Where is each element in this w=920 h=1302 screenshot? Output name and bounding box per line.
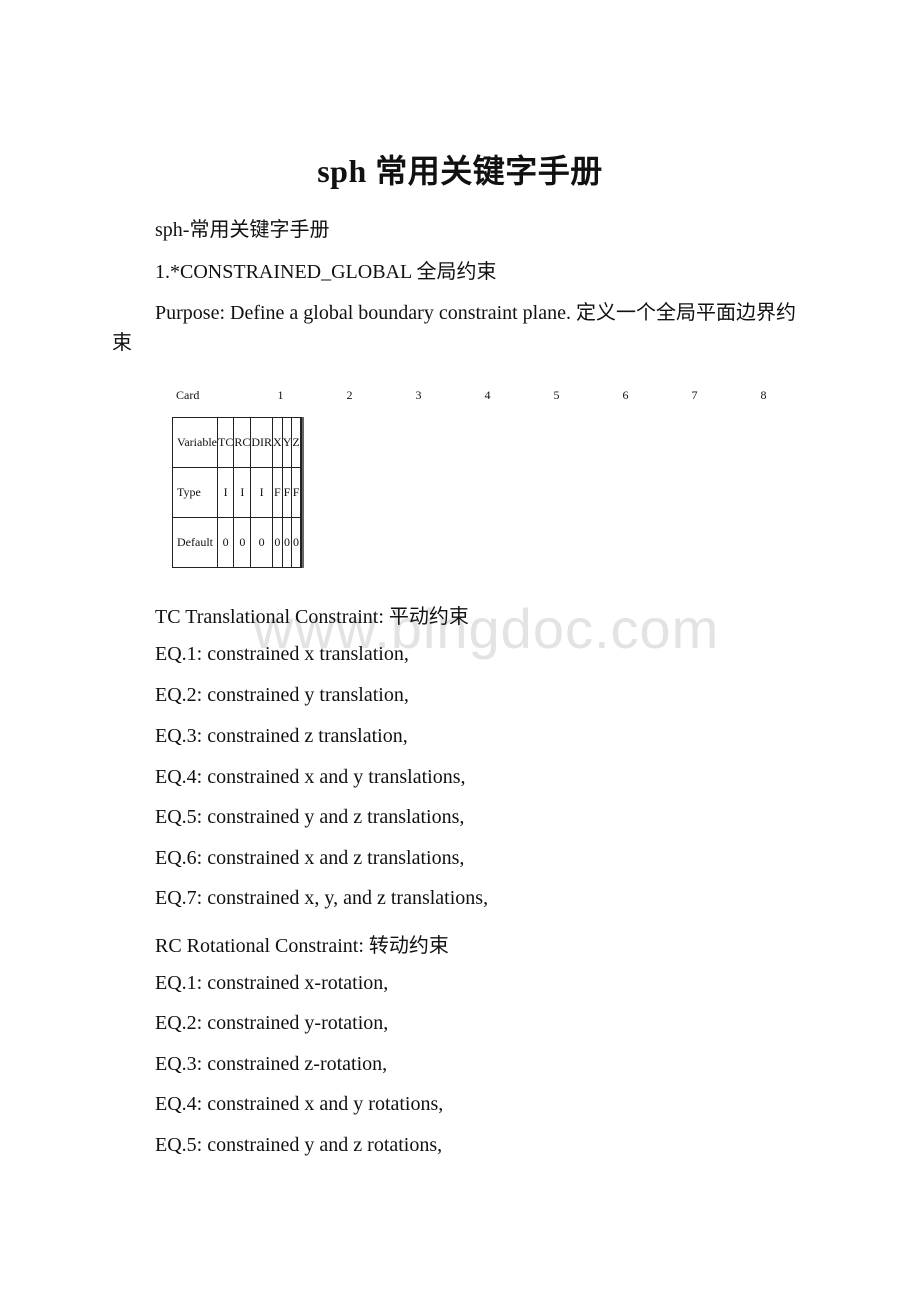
table-row-type: Type I I I F F F — [172, 467, 304, 518]
card-column-number: 7 — [691, 388, 698, 402]
card-grid: Variable TC RC DIR X Y Z Type I I I F F … — [172, 417, 304, 568]
card-column-number: 8 — [760, 388, 767, 402]
table-cell: 0 — [281, 517, 293, 568]
section-heading: 1.*CONSTRAINED_GLOBAL 全局约束 — [155, 261, 497, 283]
table-cell: 0 — [216, 517, 235, 568]
table-cell: F — [291, 467, 301, 518]
tc-item: EQ.4: constrained x and y translations, — [155, 766, 466, 788]
table-cell: I — [216, 467, 235, 518]
table-cell — [300, 467, 304, 518]
card-column-number: 3 — [415, 388, 422, 402]
card-column-number: 6 — [622, 388, 629, 402]
tc-item: EQ.6: constrained x and z translations, — [155, 847, 465, 869]
tc-item: EQ.5: constrained y and z translations, — [155, 806, 465, 828]
rc-item: EQ.5: constrained y and z rotations, — [155, 1134, 443, 1156]
rc-item: EQ.4: constrained x and y rotations, — [155, 1093, 444, 1115]
rc-heading: RC Rotational Constraint: 转动约束 — [155, 935, 449, 957]
tc-item: EQ.2: constrained y translation, — [155, 684, 409, 706]
table-cell: X — [272, 417, 283, 468]
table-cell: I — [233, 467, 252, 518]
card-column-number: 2 — [346, 388, 353, 402]
table-cell: Y — [281, 417, 293, 468]
table-cell: 0 — [291, 517, 301, 568]
table-cell: DIR — [250, 417, 274, 468]
table-row-variable: Variable TC RC DIR X Y Z — [172, 417, 304, 468]
rc-item: EQ.3: constrained z-rotation, — [155, 1053, 388, 1075]
table-row-default: Default 0 0 0 0 0 0 — [172, 517, 304, 568]
card-column-number: 5 — [553, 388, 560, 402]
card-column-number: 4 — [484, 388, 491, 402]
row-label: Variable — [172, 417, 218, 468]
rc-item: EQ.1: constrained x-rotation, — [155, 972, 389, 994]
rc-item: EQ.2: constrained y-rotation, — [155, 1012, 389, 1034]
tc-item: EQ.7: constrained x, y, and z translatio… — [155, 887, 489, 909]
row-label: Type — [172, 467, 218, 518]
table-cell — [300, 417, 304, 468]
document-subtitle: sph-常用关键字手册 — [155, 219, 330, 241]
card-column-number: 1 — [277, 388, 284, 402]
tc-heading: TC Translational Constraint: 平动约束 — [155, 606, 469, 628]
card-header-label: Card — [176, 388, 200, 402]
table-cell: TC — [216, 417, 235, 468]
tc-item: EQ.3: constrained z translation, — [155, 725, 408, 747]
table-cell: 0 — [233, 517, 252, 568]
table-cell: 0 — [250, 517, 274, 568]
purpose-paragraph: Purpose: Define a global boundary constr… — [112, 302, 796, 354]
table-cell: RC — [233, 417, 252, 468]
table-cell: 0 — [272, 517, 283, 568]
table-cell: F — [281, 467, 293, 518]
table-cell: F — [272, 467, 283, 518]
page-title: sph 常用关键字手册 — [317, 153, 603, 189]
table-cell: I — [250, 467, 274, 518]
tc-item: EQ.1: constrained x translation, — [155, 643, 409, 665]
table-cell: Z — [291, 417, 301, 468]
table-cell — [300, 517, 304, 568]
row-label: Default — [172, 517, 218, 568]
